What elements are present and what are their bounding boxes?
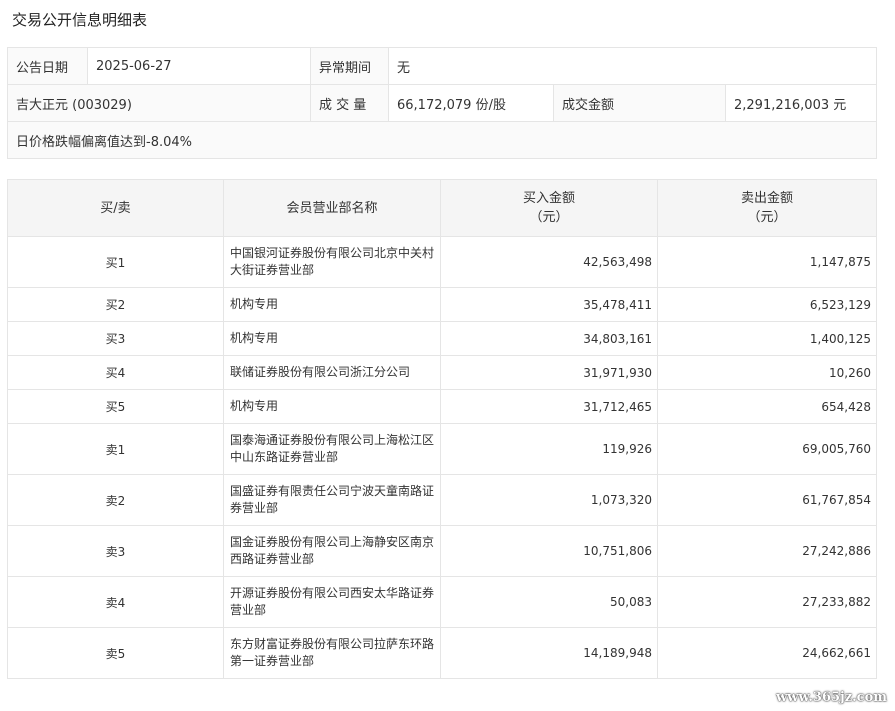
watermark: www.365jz.com bbox=[776, 690, 887, 705]
summary-row-3: 日价格跌幅偏离值达到-8.04% bbox=[6, 121, 878, 159]
volume-value: 66,172,079 份/股 bbox=[388, 84, 554, 122]
row-side: 买3 bbox=[7, 321, 224, 356]
branch-name-line2: 中山东路证券营业部 bbox=[230, 450, 339, 464]
branch-name-line1: 联储证券股份有限公司浙江分公司 bbox=[230, 365, 411, 379]
reason-text: 日价格跌幅偏离值达到-8.04% bbox=[6, 121, 878, 159]
table-row: 卖5 东方财富证券股份有限公司拉萨东环路 第一证券营业部 14,189,948 24,6… bbox=[7, 627, 877, 679]
branch-name-line1: 国盛证券有限责任公司宁波天童南路证 bbox=[230, 484, 435, 498]
row-sell-amount: 61,767,854 bbox=[657, 474, 877, 526]
branch-name-line1: 国金证券股份有限公司上海静安区南京 bbox=[230, 535, 435, 549]
page-title: 交易公开信息明细表 bbox=[12, 11, 148, 29]
row-branch-name: 机构专用 bbox=[223, 389, 441, 424]
announce-date-value: 2025-06-27 bbox=[87, 47, 311, 85]
header-branch: 会员营业部名称 bbox=[223, 179, 441, 237]
row-sell-amount: 69,005,760 bbox=[657, 423, 877, 475]
abnormal-period-value: 无 bbox=[387, 47, 878, 85]
row-branch-name: 国金证券股份有限公司上海静安区南京 西路证券营业部 bbox=[223, 525, 441, 577]
header-buy-line2: （元） bbox=[529, 210, 569, 225]
row-buy-amount: 31,971,930 bbox=[440, 355, 658, 390]
row-sell-amount: 6,523,129 bbox=[657, 287, 877, 322]
row-branch-name: 机构专用 bbox=[223, 287, 441, 322]
table-row: 买5 机构专用 31,712,465 654,428 bbox=[7, 389, 877, 424]
row-buy-amount: 42,563,498 bbox=[440, 236, 658, 288]
header-buy-amount: 买入金额 （元） bbox=[440, 179, 658, 237]
summary-table: 公告日期 2025-06-27 异常期间 无 吉大正元 (003029) 成 交… bbox=[6, 47, 878, 159]
row-branch-name: 机构专用 bbox=[223, 321, 441, 356]
table-row: 卖3 国金证券股份有限公司上海静安区南京 西路证券营业部 10,751,806 27,2… bbox=[7, 525, 877, 577]
branch-name-line1: 机构专用 bbox=[230, 297, 279, 311]
row-buy-amount: 119,926 bbox=[440, 423, 658, 475]
row-side: 买2 bbox=[7, 287, 224, 322]
branch-name-line1: 机构专用 bbox=[230, 331, 279, 345]
row-sell-amount: 10,260 bbox=[657, 355, 877, 390]
row-side: 卖2 bbox=[7, 474, 224, 526]
table-row: 卖2 国盛证券有限责任公司宁波天童南路证 券营业部 1,073,320 61,767,8… bbox=[7, 474, 877, 526]
row-side: 卖4 bbox=[7, 576, 224, 628]
row-buy-amount: 35,478,411 bbox=[440, 287, 658, 322]
header-sell-amount: 卖出金额 （元） bbox=[657, 179, 877, 237]
branch-name-line1: 东方财富证券股份有限公司拉萨东环路 bbox=[230, 637, 435, 651]
row-buy-amount: 1,073,320 bbox=[440, 474, 658, 526]
row-buy-amount: 31,712,465 bbox=[440, 389, 658, 424]
row-buy-amount: 50,083 bbox=[440, 576, 658, 628]
stock-name: 吉大正元 (003029) bbox=[7, 84, 311, 122]
row-sell-amount: 654,428 bbox=[657, 389, 877, 424]
header-row: 买/卖 会员营业部名称 买入金额 （元） 卖出金额 （元） bbox=[7, 179, 877, 237]
header-buy-line1: 买入金额 bbox=[522, 191, 575, 206]
row-branch-name: 中国银河证券股份有限公司北京中关村 大街证券营业部 bbox=[223, 236, 441, 288]
row-sell-amount: 1,147,875 bbox=[657, 236, 877, 288]
table-row: 卖1 国泰海通证券股份有限公司上海松江区 中山东路证券营业部 119,926 69,00… bbox=[7, 423, 877, 475]
table-row: 卖4 开源证券股份有限公司西安太华路证券 营业部 50,083 27,233,882 bbox=[7, 576, 877, 628]
table-row: 买2 机构专用 35,478,411 6,523,129 bbox=[7, 287, 877, 322]
header-side: 买/卖 bbox=[7, 179, 224, 237]
row-side: 卖5 bbox=[7, 627, 224, 679]
amount-label: 成交金额 bbox=[553, 84, 726, 122]
table-row: 买3 机构专用 34,803,161 1,400,125 bbox=[7, 321, 877, 356]
volume-label: 成 交 量 bbox=[310, 84, 389, 122]
row-branch-name: 东方财富证券股份有限公司拉萨东环路 第一证券营业部 bbox=[223, 627, 441, 679]
header-sell-line2: （元） bbox=[747, 210, 787, 225]
summary-row-2: 吉大正元 (003029) 成 交 量 66,172,079 份/股 成交金额 … bbox=[7, 84, 878, 122]
abnormal-period-label: 异常期间 bbox=[310, 47, 389, 85]
row-buy-amount: 10,751,806 bbox=[440, 525, 658, 577]
table-row: 买4 联储证券股份有限公司浙江分公司 31,971,930 10,260 bbox=[7, 355, 877, 390]
row-sell-amount: 27,233,882 bbox=[657, 576, 877, 628]
amount-value: 2,291,216,003 元 bbox=[724, 84, 878, 122]
table-row: 买1 中国银河证券股份有限公司北京中关村 大街证券营业部 42,563,498 1,14… bbox=[7, 236, 877, 288]
row-side: 买1 bbox=[7, 236, 224, 288]
branch-name-line1: 中国银河证券股份有限公司北京中关村 bbox=[230, 246, 435, 260]
header-sell-line1: 卖出金额 bbox=[740, 191, 793, 206]
row-side: 买5 bbox=[7, 389, 224, 424]
branch-name-line2: 券营业部 bbox=[230, 501, 279, 515]
row-branch-name: 联储证券股份有限公司浙江分公司 bbox=[223, 355, 441, 390]
branch-name-line1: 国泰海通证券股份有限公司上海松江区 bbox=[230, 433, 435, 447]
row-branch-name: 国泰海通证券股份有限公司上海松江区 中山东路证券营业部 bbox=[223, 423, 441, 475]
row-buy-amount: 14,189,948 bbox=[440, 627, 658, 679]
branch-name-line2: 大街证券营业部 bbox=[230, 263, 315, 277]
summary-row-1: 公告日期 2025-06-27 异常期间 无 bbox=[7, 47, 878, 85]
detail-body: 买1 中国银河证券股份有限公司北京中关村 大街证券营业部 42,563,498 1,14… bbox=[7, 236, 877, 679]
trading-detail-table: 买/卖 会员营业部名称 买入金额 （元） 卖出金额 （元） 买1 中国银河证券股份有限… bbox=[7, 179, 877, 679]
branch-name-line1: 机构专用 bbox=[230, 399, 279, 413]
announce-date-label: 公告日期 bbox=[7, 47, 88, 85]
row-side: 买4 bbox=[7, 355, 224, 390]
row-buy-amount: 34,803,161 bbox=[440, 321, 658, 356]
row-side: 卖3 bbox=[7, 525, 224, 577]
branch-name-line2: 第一证券营业部 bbox=[230, 654, 315, 668]
row-sell-amount: 24,662,661 bbox=[657, 627, 877, 679]
row-branch-name: 国盛证券有限责任公司宁波天童南路证 券营业部 bbox=[223, 474, 441, 526]
row-branch-name: 开源证券股份有限公司西安太华路证券 营业部 bbox=[223, 576, 441, 628]
branch-name-line2: 西路证券营业部 bbox=[230, 552, 315, 566]
branch-name-line2: 营业部 bbox=[230, 603, 267, 617]
branch-name-line1: 开源证券股份有限公司西安太华路证券 bbox=[230, 586, 435, 600]
row-side: 卖1 bbox=[7, 423, 224, 475]
row-sell-amount: 27,242,886 bbox=[657, 525, 877, 577]
row-sell-amount: 1,400,125 bbox=[657, 321, 877, 356]
